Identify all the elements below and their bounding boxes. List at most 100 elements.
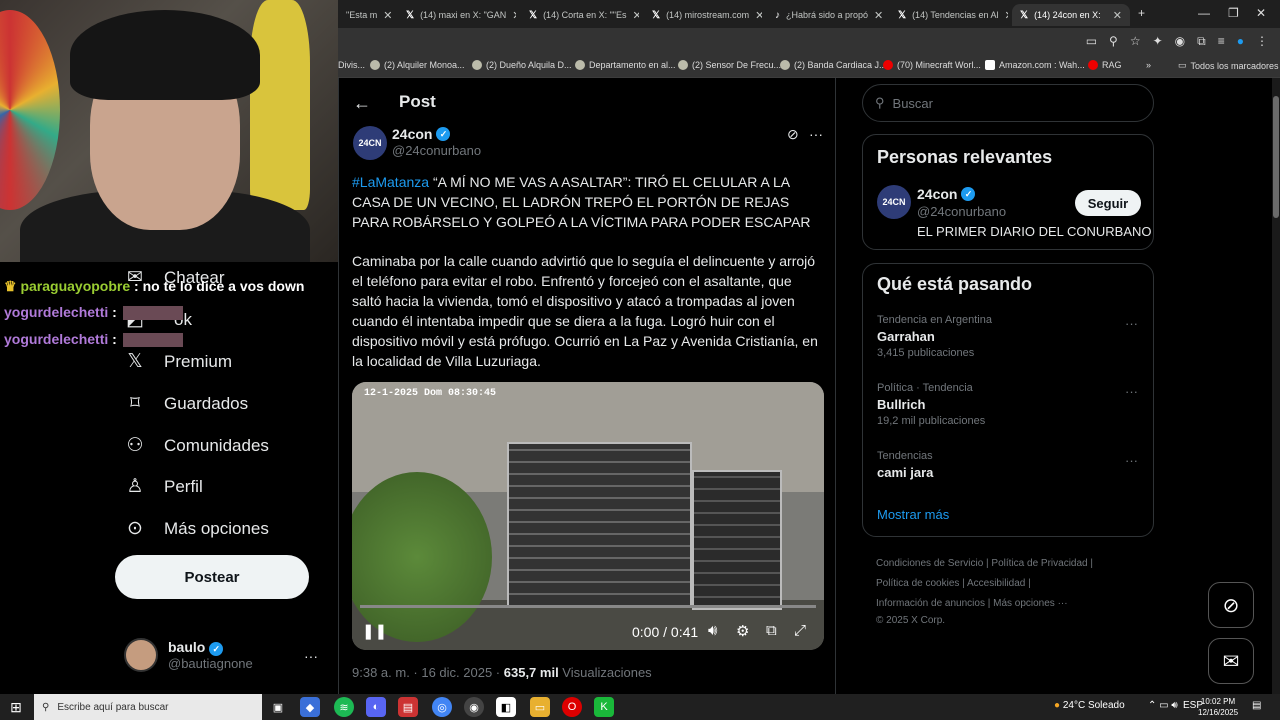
bookmarks-overflow-button[interactable]: » bbox=[1146, 60, 1151, 70]
close-tab-icon[interactable]: ✕ bbox=[1113, 9, 1122, 22]
zoom-icon[interactable]: ⚲ bbox=[1109, 34, 1118, 49]
grok-fab-icon[interactable]: ⊘ bbox=[1208, 582, 1254, 628]
footer-line[interactable]: Condiciones de Servicio | Política de Pr… bbox=[876, 554, 1156, 574]
bookmark[interactable]: (2) Banda Cardiaca J... bbox=[780, 60, 887, 70]
fullscreen-icon[interactable]: ⤢ bbox=[794, 622, 806, 639]
media-icon[interactable]: ≡ bbox=[1218, 34, 1225, 49]
trend-item[interactable]: Tendencia en Argentina Garrahan 3,415 pu… bbox=[877, 314, 992, 359]
picture-in-picture-icon[interactable]: ⧉ bbox=[766, 622, 777, 639]
bookmark[interactable]: Departamento en al... bbox=[575, 60, 676, 70]
relevant-name[interactable]: 24con ✓ bbox=[917, 186, 976, 202]
messages-fab-icon[interactable]: ✉ bbox=[1208, 638, 1254, 684]
taskbar-search[interactable]: ⚲ Escribe aquí para buscar bbox=[34, 694, 262, 720]
spotify-icon[interactable]: ≋ bbox=[334, 697, 354, 717]
bookmark-label: (2) Alquiler Monoa... bbox=[384, 60, 465, 70]
footer-line[interactable]: Política de cookies | Accesibilidad | bbox=[876, 574, 1156, 594]
app-icon[interactable]: ▤ bbox=[398, 697, 418, 717]
bookmark[interactable]: Amazon.com : Wah... bbox=[985, 60, 1085, 70]
settings-gear-icon[interactable]: ⚙ bbox=[736, 622, 749, 640]
footer-line[interactable]: Información de anuncios | Más opciones ·… bbox=[876, 594, 1156, 614]
grok-icon[interactable]: ⊘ bbox=[787, 126, 799, 143]
follow-button[interactable]: Seguir bbox=[1075, 190, 1141, 216]
post-timestamp[interactable]: 9:38 a. m. · 16 dic. 2025 · bbox=[352, 665, 504, 680]
x-logo-icon: 𝕏 bbox=[1020, 9, 1029, 21]
trend-more-icon[interactable]: ··· bbox=[1125, 316, 1138, 331]
sidebar-item-profile[interactable]: ♙ Perfil bbox=[124, 475, 202, 498]
capcut-icon[interactable]: ◧ bbox=[496, 697, 516, 717]
obs-icon[interactable]: ◉ bbox=[464, 697, 484, 717]
close-tab-icon[interactable]: ✕ bbox=[383, 9, 392, 22]
system-tray-icons[interactable]: ⌃ ▭ 🔊︎ bbox=[1148, 700, 1178, 711]
tab[interactable]: ♪ ¿Habrá sido a propó ✕ bbox=[767, 4, 885, 26]
volume-icon[interactable]: 🔊︎ bbox=[708, 622, 717, 639]
notifications-icon[interactable]: ▤ bbox=[1252, 700, 1261, 711]
task-view-icon[interactable]: ▣ bbox=[268, 697, 288, 717]
bookmark[interactable]: Divis... bbox=[338, 60, 365, 70]
chrome-icon[interactable]: ◎ bbox=[432, 697, 452, 717]
account-switcher[interactable]: baulo ✓ @bautiagnone bbox=[124, 638, 253, 672]
cast-icon[interactable]: ▭ bbox=[1086, 34, 1097, 49]
bookmark[interactable]: (70) Minecraft Worl... bbox=[883, 60, 981, 70]
extension-icon[interactable]: ◉ bbox=[1175, 34, 1185, 49]
scrollbar-thumb[interactable] bbox=[1273, 96, 1279, 218]
star-icon[interactable]: ☆ bbox=[1130, 34, 1141, 49]
restore-button[interactable]: ❐ bbox=[1228, 6, 1239, 20]
all-bookmarks-button[interactable]: ▭ Todos los marcadores bbox=[1178, 60, 1279, 71]
new-tab-button[interactable]: + bbox=[1138, 6, 1145, 20]
extensions-puzzle-icon[interactable]: ⧉ bbox=[1197, 34, 1206, 49]
relevant-handle[interactable]: @24conurbano bbox=[917, 204, 1006, 219]
tab[interactable]: 𝕏 (14) mirostream.com ✕ bbox=[644, 4, 762, 26]
close-tab-icon[interactable]: ✕ bbox=[512, 9, 516, 22]
sidebar-item-communities[interactable]: ⚇ Comunidades bbox=[124, 434, 268, 457]
weather-widget[interactable]: ● 24°C Soleado bbox=[1054, 700, 1125, 711]
search-input[interactable]: ⚲ Buscar bbox=[862, 84, 1154, 122]
opera-icon[interactable]: O bbox=[562, 697, 582, 717]
close-tab-icon[interactable]: ✕ bbox=[1004, 9, 1008, 22]
bookmark[interactable]: RAG bbox=[1088, 60, 1122, 70]
close-tab-icon[interactable]: ✕ bbox=[755, 9, 762, 22]
trend-item[interactable]: Política · Tendencia Bullrich 19,2 mil p… bbox=[877, 382, 985, 427]
trend-more-icon[interactable]: ··· bbox=[1125, 453, 1138, 468]
trend-item[interactable]: Tendencias cami jara bbox=[877, 450, 933, 480]
file-explorer-icon[interactable]: ▭ bbox=[530, 697, 550, 717]
bookmark[interactable]: (2) Dueño Alquila D... bbox=[472, 60, 572, 70]
post-button[interactable]: Postear bbox=[115, 555, 309, 599]
tab[interactable]: "Esta m ✕ bbox=[338, 4, 393, 26]
tab[interactable]: 𝕏 (14) Tendencias en Al ✕ bbox=[890, 4, 1008, 26]
more-options-icon[interactable]: ··· bbox=[809, 126, 823, 142]
tab-active[interactable]: 𝕏 (14) 24con en X: ✕ bbox=[1012, 4, 1130, 26]
author-avatar[interactable]: 24CN bbox=[353, 126, 387, 160]
clock[interactable]: 10:02 PM 12/16/2025 bbox=[1198, 696, 1238, 718]
discord-icon[interactable]: ◐ bbox=[366, 697, 386, 717]
chat-text: : bbox=[112, 331, 117, 347]
author-handle[interactable]: @24conurbano bbox=[392, 143, 481, 158]
close-window-button[interactable]: ✕ bbox=[1256, 6, 1266, 20]
bookmark[interactable]: (2) Alquiler Monoa... bbox=[370, 60, 465, 70]
video-player[interactable]: 12-1-2025 Dom 08:30:45 ❚❚ 0:00 / 0:41 🔊︎… bbox=[352, 382, 824, 650]
sidebar-item-bookmarks[interactable]: ⌑ Guardados bbox=[124, 392, 248, 415]
menu-icon[interactable]: ⋮ bbox=[1256, 34, 1268, 49]
extension-icon[interactable]: ✦ bbox=[1153, 34, 1163, 49]
close-tab-icon[interactable]: ✕ bbox=[874, 9, 883, 22]
show-more-link[interactable]: Mostrar más bbox=[877, 507, 949, 522]
profile-icon[interactable]: ● bbox=[1237, 34, 1244, 49]
hashtag-link[interactable]: #LaMatanza bbox=[352, 174, 429, 190]
scrollbar[interactable] bbox=[1272, 78, 1280, 694]
pause-icon[interactable]: ❚❚ bbox=[362, 622, 387, 640]
account-more-button[interactable]: ··· bbox=[304, 648, 318, 664]
trend-more-icon[interactable]: ··· bbox=[1125, 384, 1138, 399]
author-name[interactable]: 24con ✓ bbox=[392, 126, 451, 142]
sidebar-item-more[interactable]: ⊙ Más opciones bbox=[124, 517, 269, 540]
minimize-button[interactable]: — bbox=[1198, 6, 1210, 20]
tab[interactable]: 𝕏 (14) maxi en X: "GAN ✕ bbox=[398, 4, 516, 26]
bookmark[interactable]: (2) Sensor De Frecu... bbox=[678, 60, 781, 70]
kick-icon[interactable]: K bbox=[594, 697, 614, 717]
video-progress-bar[interactable] bbox=[360, 605, 816, 608]
close-tab-icon[interactable]: ✕ bbox=[632, 9, 639, 22]
copilot-icon[interactable]: ◆ bbox=[300, 697, 320, 717]
tab[interactable]: 𝕏 (14) Corta en X: ""Es ✕ bbox=[521, 4, 639, 26]
back-arrow-icon[interactable]: ← bbox=[353, 93, 371, 114]
avatar[interactable]: 24CN bbox=[877, 185, 911, 219]
windows-start-icon[interactable]: ⊞ bbox=[6, 697, 26, 717]
sidebar-item-premium[interactable]: 𝕏 Premium bbox=[124, 350, 232, 373]
